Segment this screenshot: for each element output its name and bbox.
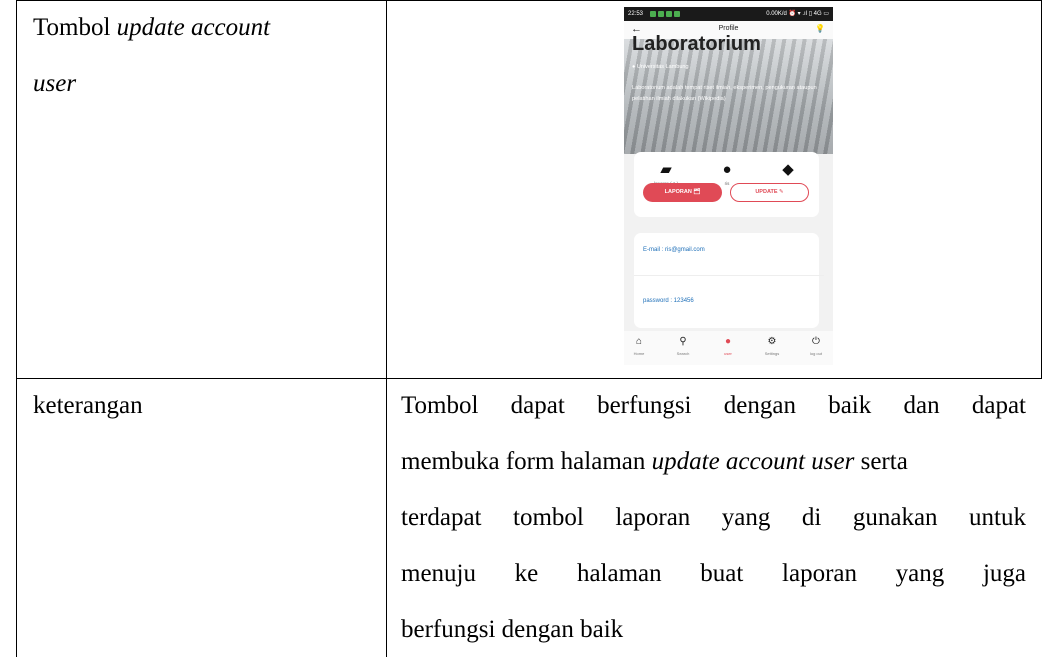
notification-icon <box>658 11 664 17</box>
status-right: 0.00K/d ⏰ ▾ .ıl ▯ 4G ▭ <box>766 11 829 17</box>
row2-line4: menuju ke halaman buat laporan yang juga <box>401 560 1026 587</box>
notification-icon <box>650 11 656 17</box>
nav-search-label: Search <box>676 351 690 356</box>
row2-line3: terdapat tombol laporan yang di gunakan … <box>401 504 1026 531</box>
row2-line2-b: serta <box>854 448 908 475</box>
nav-user-label: user <box>724 351 732 356</box>
hero-location-text: Universitas Lambung <box>636 64 689 70</box>
nav-settings[interactable]: ⚙ Settings <box>757 336 787 356</box>
power-icon: ⏻ <box>812 336 820 347</box>
status-bar: 22:53 0.00K/d ⏰ ▾ .ıl ▯ 4G ▭ <box>624 7 833 21</box>
row1-label-italic-1: update account <box>116 14 271 41</box>
table-border-middle <box>386 0 387 657</box>
app-bar-title: Profile <box>718 25 739 32</box>
notification-icon <box>666 11 672 17</box>
home-icon: ⌂ <box>635 336 643 347</box>
graduation-cap-icon: ◆ <box>782 161 794 178</box>
nav-home-label: Home <box>633 351 645 356</box>
email-value: E-mail : ris@gmail.com <box>643 247 705 253</box>
table-row-divider <box>16 378 1042 379</box>
hero-location: ● Universitas Lambung <box>632 64 689 70</box>
account-info-card: E-mail : ris@gmail.com password : 123456 <box>634 233 824 328</box>
status-time: 22:53 <box>628 11 644 17</box>
hero-description: Laboratorium adalah tempat riset ilmiah,… <box>632 85 817 102</box>
row2-line2-a: membuka form halaman <box>401 448 652 475</box>
lightbulb-icon[interactable]: 💡 <box>815 24 825 33</box>
row1-label-plain: Tombol <box>33 14 117 41</box>
nav-settings-label: Settings <box>764 351 780 356</box>
notification-icon <box>674 11 680 17</box>
user-icon: ● <box>724 336 732 347</box>
table-border-left <box>16 0 17 657</box>
row1-label-line2: user <box>33 70 77 97</box>
row2-text: Tombol dapat berfungsi dengan baik dan d… <box>401 392 1026 672</box>
table-border-top <box>16 0 1042 1</box>
folder-open-icon: ▰ <box>660 161 672 178</box>
nav-search[interactable]: ⚲ Search <box>668 336 698 356</box>
laporan-button[interactable]: LAPORAN 🗂 <box>643 183 722 202</box>
nav-user[interactable]: ● user <box>713 336 743 356</box>
row2-line2-italic: update account user <box>651 448 855 475</box>
row2-line1: Tombol dapat berfungsi dengan baik dan d… <box>401 392 1026 419</box>
user-icon: ● <box>722 161 732 178</box>
hero-heading: Laboratorium <box>632 33 761 55</box>
phone-screenshot: 22:53 0.00K/d ⏰ ▾ .ıl ▯ 4G ▭ ← Profile 💡… <box>624 7 833 365</box>
gear-icon: ⚙ <box>767 336 777 347</box>
row2-line5: berfungsi dengan baik <box>401 616 624 643</box>
bottom-navigation: ⌂ Home ⚲ Search ● user ⚙ Settings ⏻ log … <box>624 331 833 365</box>
hero-banner: Laboratorium ● Universitas Lambung Labor… <box>624 33 833 154</box>
password-value: password : 123456 <box>643 298 694 304</box>
nav-logout-label: log out <box>809 351 822 356</box>
info-divider <box>634 275 824 276</box>
nav-logout[interactable]: ⏻ log out <box>801 336 831 356</box>
row2-line2: membuka form halaman update account user… <box>401 448 1026 504</box>
table-border-right <box>1041 0 1042 379</box>
nav-home[interactable]: ⌂ Home <box>624 336 654 356</box>
row2-label: keterangan <box>33 392 143 419</box>
stat-education[interactable]: ◆ <box>758 162 818 181</box>
search-icon: ⚲ <box>679 336 687 347</box>
update-button[interactable]: UPDATE ✎ <box>730 183 809 202</box>
row1-label: Tombol update account <box>33 14 270 42</box>
